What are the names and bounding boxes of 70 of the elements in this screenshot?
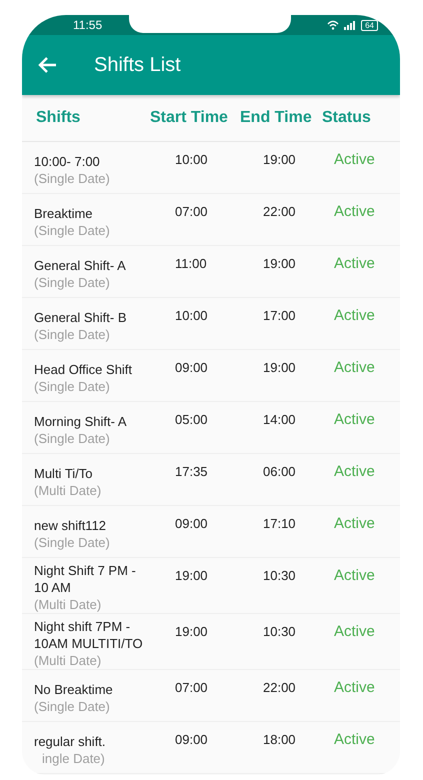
- start-time: 19:00: [174, 567, 209, 585]
- shift-date-type: (Single Date): [34, 698, 111, 714]
- column-header: End Time: [240, 109, 313, 127]
- end-time: 22:00: [262, 203, 297, 221]
- shift-name: Multi Ti/To: [34, 464, 94, 482]
- shift-status: Active: [333, 514, 376, 533]
- end-time: 14:00: [262, 411, 297, 429]
- shift-name: Night shift 7PM - 10AM MULTITI/TO: [34, 618, 144, 652]
- start-time: 07:00: [174, 679, 209, 697]
- shift-status: Active: [333, 410, 376, 429]
- shift-status: Active: [333, 254, 376, 273]
- shift-date-type: (Multi Date): [34, 652, 102, 669]
- shift-date-type: (Multi Date): [34, 596, 102, 613]
- shift-status: Active: [333, 150, 376, 169]
- end-time: 18:00: [262, 731, 297, 749]
- start-time: 19:00: [174, 623, 209, 641]
- shift-name: Night Shift 7 PM - 10 AM: [34, 562, 137, 596]
- shift-name: Breaktime: [34, 204, 94, 222]
- shift-date-type: (Single Date): [34, 274, 111, 290]
- shift-name: General Shift- B: [34, 308, 128, 326]
- start-time: 09:00: [174, 515, 209, 533]
- start-time: 09:00: [174, 359, 209, 377]
- start-time: 09:00: [174, 731, 209, 749]
- start-time: 10:00: [174, 307, 209, 325]
- shift-date-type: (Single Date): [34, 170, 111, 186]
- start-time: 10:00: [174, 151, 209, 169]
- shift-date-type: (Single Date): [34, 430, 111, 446]
- shift-status: Active: [333, 358, 376, 377]
- shift-status: Active: [333, 730, 376, 749]
- shift-name: Head Office Shift: [34, 360, 134, 378]
- end-time: 17:00: [262, 307, 297, 325]
- end-time: 19:00: [262, 151, 297, 169]
- shift-name: new shift112: [34, 516, 108, 534]
- end-time: 19:00: [262, 255, 297, 273]
- column-header: Start Time: [150, 109, 229, 127]
- end-time: 22:00: [262, 679, 297, 697]
- start-time: 11:00: [174, 255, 208, 273]
- column-header: Status: [322, 109, 372, 127]
- shift-status: Active: [333, 202, 376, 221]
- end-time: 10:30: [262, 623, 297, 641]
- shift-date-type: (Single Date): [34, 222, 111, 238]
- shift-status: Active: [333, 678, 376, 697]
- screen-title: Shifts List: [94, 54, 181, 76]
- shift-status: Active: [333, 622, 376, 641]
- wifi-icon: [327, 20, 340, 30]
- shift-name: Morning Shift- A: [34, 412, 128, 430]
- shift-status: Active: [333, 306, 376, 325]
- end-time: 19:00: [262, 359, 297, 377]
- shift-date-type: ingle Date): [41, 750, 106, 766]
- shift-name: No Breaktime: [34, 680, 114, 698]
- start-time: 17:35: [174, 463, 209, 481]
- shift-date-type: (Multi Date): [34, 482, 102, 498]
- shift-date-type: (Single Date): [34, 378, 111, 394]
- shift-status: Active: [333, 462, 376, 481]
- start-time: 05:00: [174, 411, 209, 429]
- shift-date-type: (Single Date): [34, 534, 111, 550]
- shift-status: Active: [333, 566, 376, 585]
- end-time: 06:00: [262, 463, 297, 481]
- end-time: 17:10: [262, 515, 297, 533]
- shift-date-type: (Single Date): [34, 326, 111, 342]
- shift-name: General Shift- A: [34, 256, 127, 274]
- shift-name: 10:00- 7:00: [34, 152, 101, 170]
- status-time: 11:55: [73, 18, 102, 32]
- signal-icon: [344, 20, 356, 30]
- back-arrow-icon[interactable]: [37, 56, 57, 74]
- column-header: Shifts: [36, 109, 82, 127]
- shift-name: regular shift.: [34, 732, 107, 750]
- battery-level: 64: [361, 20, 378, 30]
- start-time: 07:00: [174, 203, 209, 221]
- end-time: 10:30: [262, 567, 297, 585]
